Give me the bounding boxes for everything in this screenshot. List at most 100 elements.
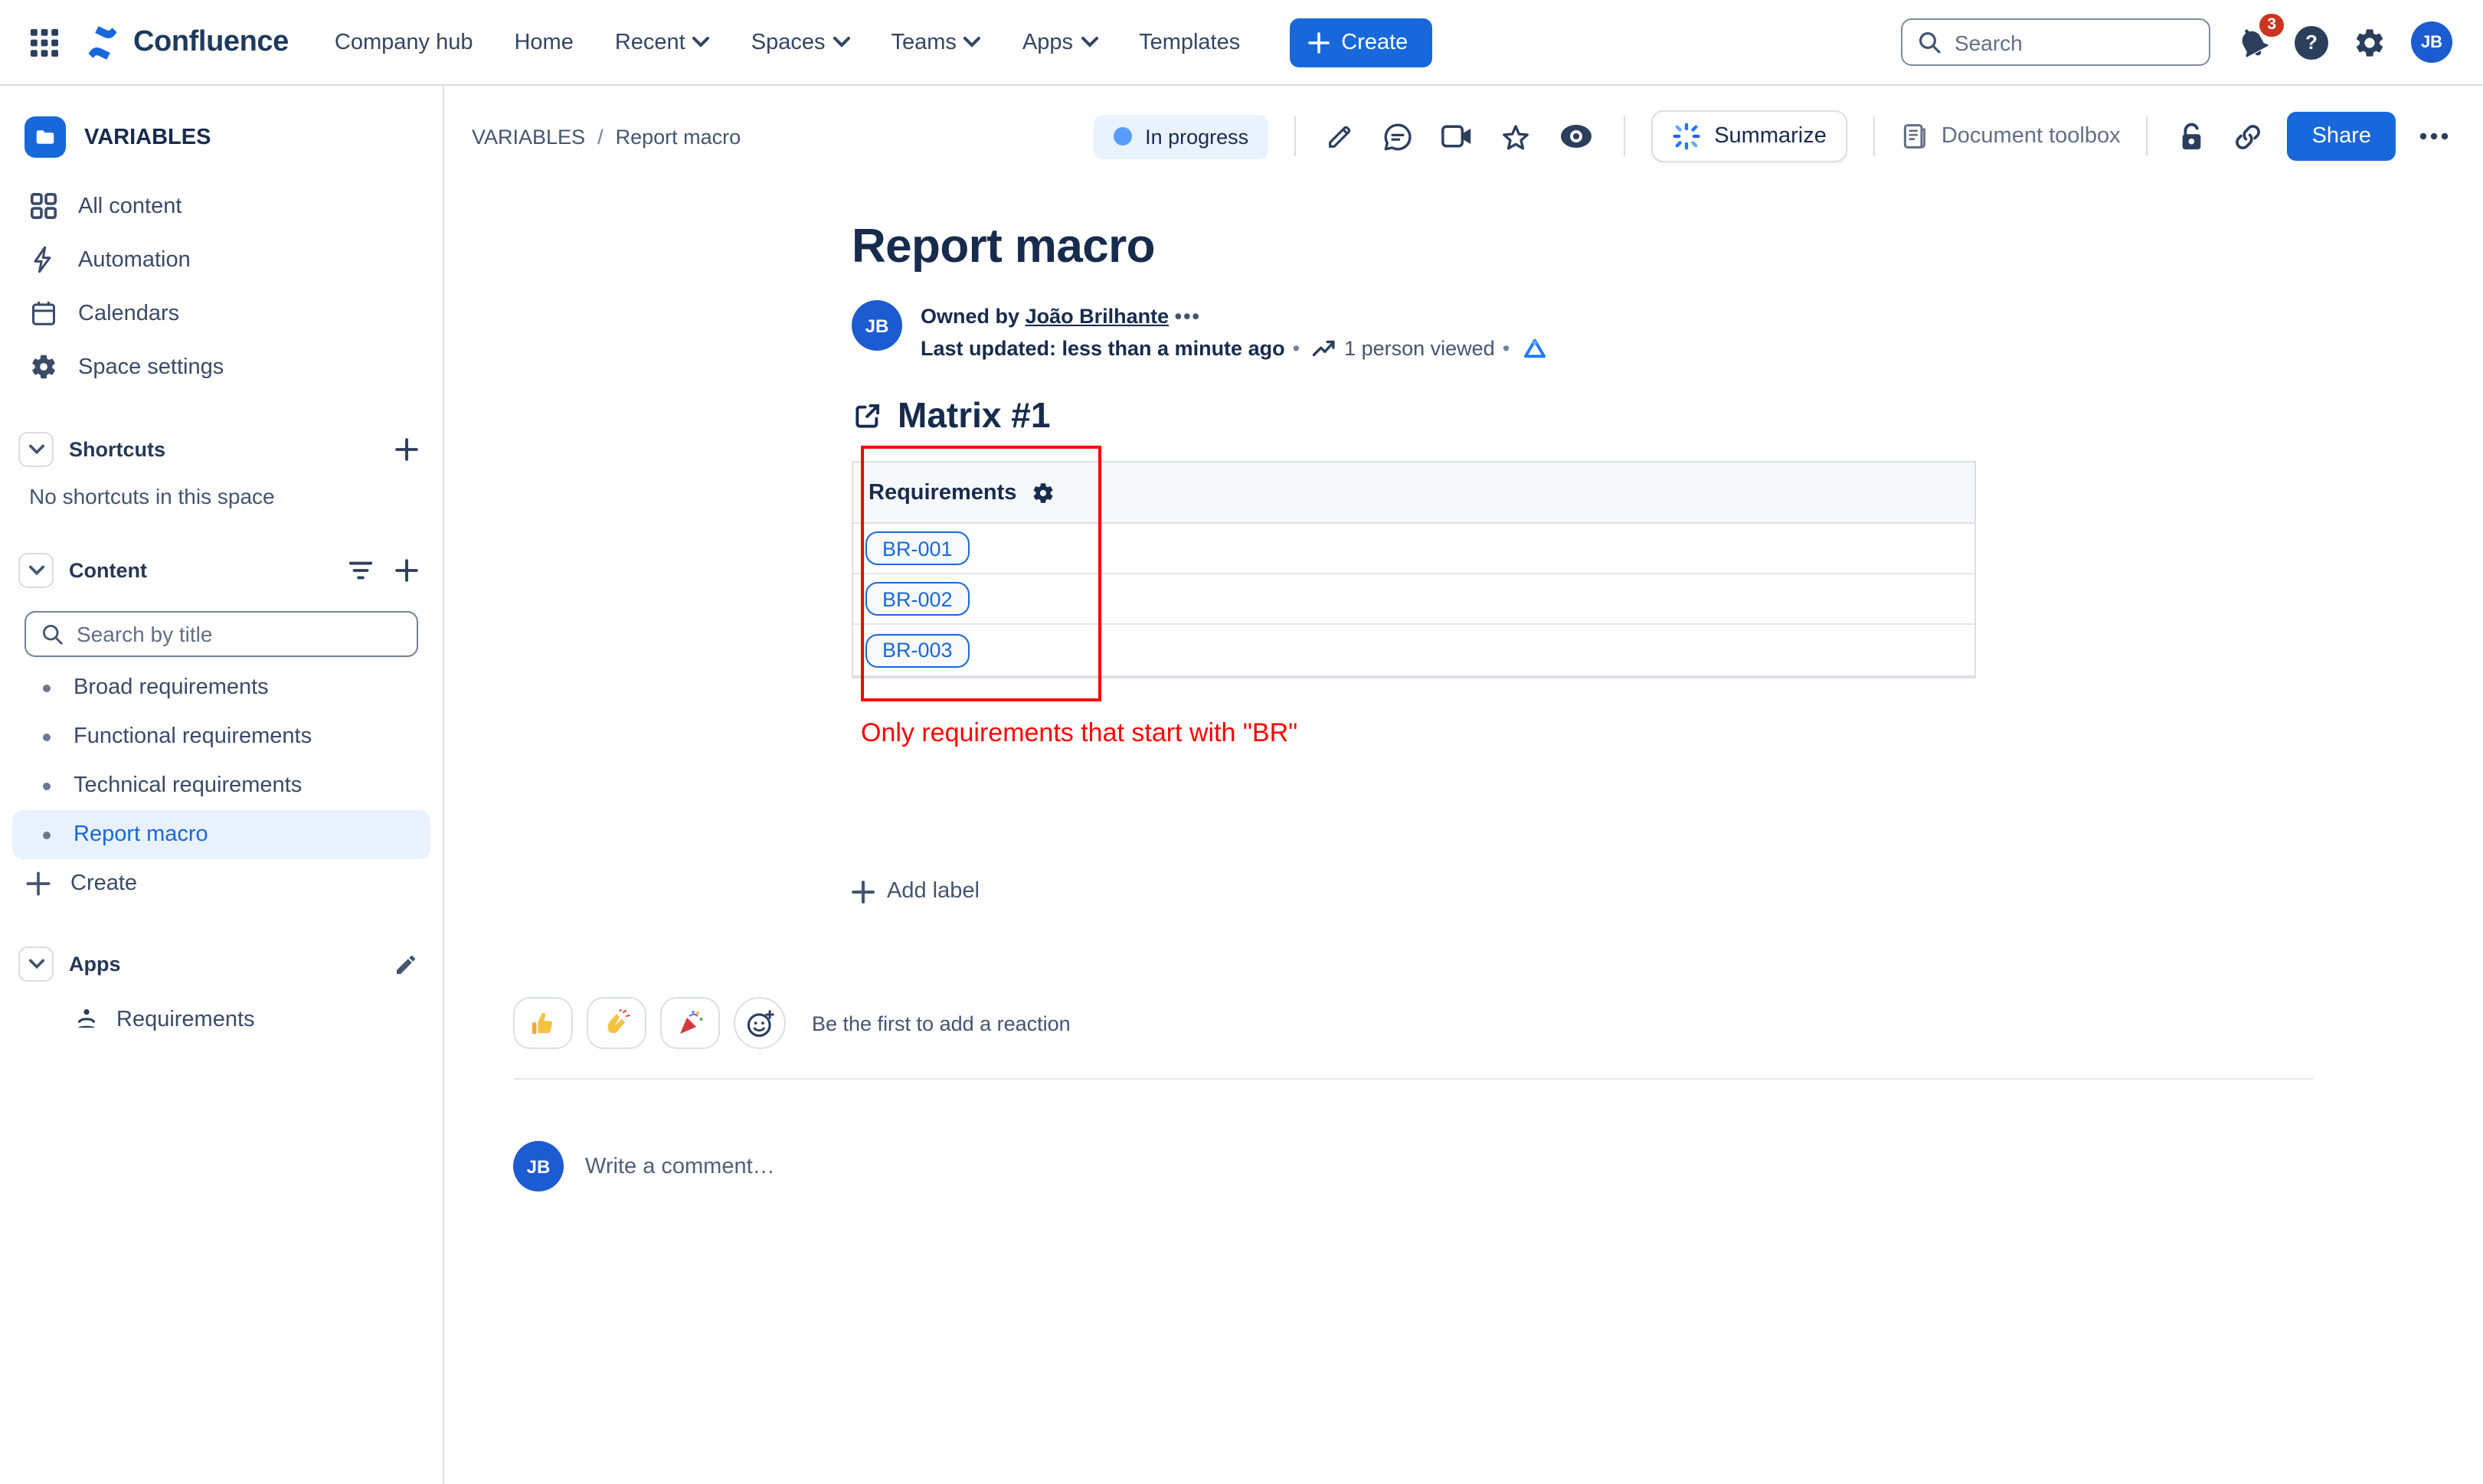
create-button[interactable]: Create bbox=[1289, 18, 1433, 67]
copy-link-button[interactable] bbox=[2229, 117, 2268, 155]
owner-link[interactable]: João Brilhante bbox=[1026, 305, 1170, 328]
sidebar-page-functional-requirements[interactable]: Functional requirements bbox=[0, 712, 443, 761]
share-button[interactable]: Share bbox=[2287, 112, 2396, 161]
apps-collapse-button[interactable] bbox=[18, 946, 54, 982]
search-input[interactable] bbox=[1955, 30, 2169, 54]
chevron-down-icon bbox=[28, 565, 44, 576]
nav-company-hub[interactable]: Company hub bbox=[335, 30, 473, 54]
emoji-add-icon bbox=[746, 1009, 774, 1037]
help-button[interactable]: ? bbox=[2295, 25, 2328, 59]
main-content: VARIABLES / Report macro In progress Sum… bbox=[444, 86, 2483, 1484]
edit-apps-button[interactable] bbox=[394, 952, 418, 976]
confluence-logo[interactable]: Confluence bbox=[83, 22, 289, 62]
nav-spaces[interactable]: Spaces bbox=[751, 30, 850, 54]
bullet-icon bbox=[43, 684, 51, 691]
topbar-right: 3 ? JB bbox=[1901, 14, 2452, 66]
sidebar-page-technical-requirements[interactable]: Technical requirements bbox=[0, 761, 443, 810]
requirement-key-lozenge[interactable]: BR-003 bbox=[865, 633, 970, 667]
more-icon bbox=[2419, 132, 2449, 140]
settings-button[interactable] bbox=[2353, 25, 2386, 59]
byline: JB Owned by João Brilhante ••• Last upda… bbox=[852, 300, 1976, 364]
title-search-input[interactable] bbox=[77, 622, 368, 646]
notifications-button[interactable]: 3 bbox=[2235, 14, 2284, 60]
grid-glyph bbox=[31, 28, 58, 56]
search-icon bbox=[1919, 31, 1941, 53]
add-label-button[interactable]: Add label bbox=[852, 879, 980, 904]
byline-more-button[interactable]: ••• bbox=[1175, 305, 1201, 328]
add-shortcut-button[interactable] bbox=[395, 438, 418, 461]
restrictions-button[interactable] bbox=[2174, 117, 2210, 155]
comment-avatar: JB bbox=[513, 1141, 564, 1191]
edit-pencil-icon bbox=[1329, 126, 1351, 148]
sidebar-item-automation[interactable]: Automation bbox=[0, 233, 443, 286]
article: Report macro JB Owned by João Brilhante … bbox=[444, 178, 1976, 904]
sidebar-item-calendars[interactable]: Calendars bbox=[0, 286, 443, 340]
reaction-clap-button[interactable] bbox=[587, 997, 646, 1049]
sidebar-search[interactable] bbox=[25, 611, 418, 657]
requirement-key-lozenge[interactable]: BR-001 bbox=[865, 531, 970, 565]
divider bbox=[2146, 116, 2148, 156]
sidebar-item-all-content[interactable]: All content bbox=[0, 179, 443, 233]
star-button[interactable] bbox=[1497, 117, 1535, 155]
more-actions-button[interactable] bbox=[2416, 129, 2452, 144]
content-collapse-button[interactable] bbox=[18, 553, 54, 588]
share-label: Share bbox=[2311, 124, 2371, 149]
sidebar-app-requirements[interactable]: Requirements bbox=[0, 992, 443, 1046]
reaction-thumbs-up-button[interactable] bbox=[513, 997, 573, 1049]
sidebar-create-page[interactable]: Create bbox=[0, 859, 443, 908]
sidebar-page-broad-requirements[interactable]: Broad requirements bbox=[0, 663, 443, 712]
nav-templates[interactable]: Templates bbox=[1139, 30, 1240, 54]
last-updated-text[interactable]: Last updated: less than a minute ago bbox=[921, 332, 1285, 364]
comment-placeholder[interactable]: Write a comment… bbox=[585, 1154, 775, 1178]
summarize-button[interactable]: Summarize bbox=[1651, 110, 1848, 162]
annotation-text: Only requirements that start with "BR" bbox=[861, 718, 1298, 747]
requirement-key-lozenge[interactable]: BR-002 bbox=[865, 582, 970, 616]
sidebar-item-space-settings[interactable]: Space settings bbox=[0, 340, 443, 394]
app-switcher-icon[interactable] bbox=[21, 19, 67, 65]
edit-button[interactable] bbox=[1322, 118, 1359, 155]
nav-label: Spaces bbox=[751, 30, 826, 54]
breadcrumb: VARIABLES / Report macro bbox=[472, 125, 741, 148]
nav-recent[interactable]: Recent bbox=[615, 30, 710, 54]
nav-teams[interactable]: Teams bbox=[891, 30, 981, 54]
table-header-label: Requirements bbox=[869, 480, 1017, 505]
sidebar-page-report-macro[interactable]: Report macro bbox=[12, 810, 430, 859]
analytics-icon[interactable] bbox=[1522, 337, 1546, 360]
add-content-button[interactable] bbox=[395, 559, 418, 582]
document-toolbox-button[interactable]: Document toolbox bbox=[1902, 123, 2121, 150]
global-search[interactable] bbox=[1901, 18, 2210, 66]
sidebar-item-label: All content bbox=[78, 194, 182, 218]
user-avatar-button[interactable]: JB bbox=[2411, 21, 2452, 63]
external-link-icon[interactable] bbox=[852, 400, 884, 432]
sparkle-icon bbox=[1673, 123, 1700, 150]
pencil-icon bbox=[397, 955, 415, 973]
document-toolbox-label: Document toolbox bbox=[1941, 124, 2121, 149]
divider bbox=[1873, 116, 1876, 156]
breadcrumb-space[interactable]: VARIABLES bbox=[472, 125, 585, 148]
add-reaction-button[interactable] bbox=[734, 997, 786, 1049]
apps-title: Apps bbox=[69, 953, 121, 976]
shortcuts-collapse-button[interactable] bbox=[18, 432, 54, 467]
comment-composer[interactable]: JB Write a comment… bbox=[513, 1141, 2483, 1191]
status-label: In progress bbox=[1145, 125, 1249, 148]
space-header[interactable]: VARIABLES bbox=[0, 107, 443, 179]
nav-label: Recent bbox=[614, 30, 685, 54]
comment-bubble-icon bbox=[1384, 123, 1412, 150]
reaction-party-button[interactable] bbox=[660, 997, 720, 1049]
chevron-down-icon bbox=[28, 444, 44, 455]
divider bbox=[513, 1078, 2313, 1080]
shortcuts-section-header: Shortcuts bbox=[0, 421, 443, 478]
watch-button[interactable] bbox=[1555, 118, 1598, 155]
breadcrumb-page[interactable]: Report macro bbox=[616, 125, 741, 148]
sidebar-item-label: Calendars bbox=[78, 301, 180, 325]
nav-home[interactable]: Home bbox=[514, 30, 573, 54]
notification-count-badge: 3 bbox=[2259, 14, 2284, 36]
video-button[interactable] bbox=[1437, 118, 1477, 155]
owner-avatar[interactable]: JB bbox=[852, 300, 902, 351]
comments-button[interactable] bbox=[1379, 117, 1417, 155]
table-settings-gear-icon[interactable] bbox=[1030, 480, 1055, 505]
views-count[interactable]: 1 person viewed bbox=[1344, 332, 1495, 364]
nav-apps[interactable]: Apps bbox=[1022, 30, 1098, 54]
filter-icon[interactable] bbox=[348, 559, 374, 582]
status-badge[interactable]: In progress bbox=[1093, 114, 1269, 159]
